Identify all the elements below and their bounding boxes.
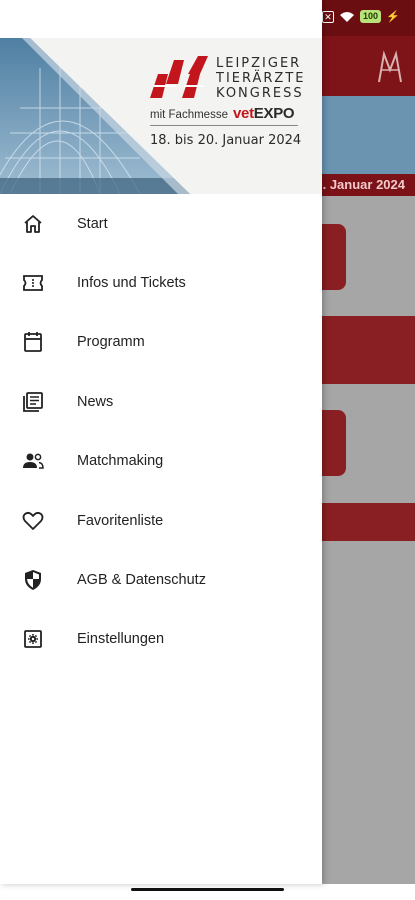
shield-icon — [22, 569, 44, 591]
app-logo-icon — [378, 50, 402, 83]
congress-logo-icon — [150, 56, 208, 98]
heart-icon — [22, 510, 44, 532]
battery-icon: 100 — [360, 10, 382, 23]
menu-item-programm[interactable]: Programm — [0, 313, 322, 372]
settings-icon — [22, 628, 44, 650]
brand-line-3: KONGRESS — [216, 86, 304, 101]
menu-item-label: Matchmaking — [77, 453, 164, 470]
menu-item-agb-datenschutz[interactable]: AGB & Datenschutz — [0, 550, 322, 609]
navigation-drawer: LEIPZIGER TIERÄRZTE KONGRESS mit Fachmes… — [0, 0, 322, 884]
menu-item-start[interactable]: Start — [0, 194, 322, 253]
brand-line-1: LEIPZIGER — [216, 56, 302, 71]
menu-item-label: Programm — [77, 334, 145, 351]
ticket-icon — [22, 272, 44, 294]
menu-item-news[interactable]: News — [0, 372, 322, 431]
menu-item-label: Einstellungen — [77, 631, 165, 648]
people-icon — [22, 450, 44, 472]
status-icons: ✕ 100 ⚡ — [322, 10, 400, 23]
home-indicator[interactable] — [131, 888, 284, 891]
background-bottom — [0, 884, 415, 900]
drawer-header-banner: LEIPZIGER TIERÄRZTE KONGRESS mit Fachmes… — [0, 38, 322, 194]
vetexpo-logo-vet: vet — [233, 105, 254, 122]
news-icon — [22, 391, 44, 413]
menu-item-label: News — [77, 393, 114, 410]
menu-item-label: Favoritenliste — [77, 512, 164, 529]
vetexpo-logo: vetEXPO — [233, 105, 295, 122]
home-icon — [22, 213, 44, 235]
menu-item-label: Start — [77, 215, 108, 232]
brand-line-2: TIERÄRZTE — [216, 71, 306, 86]
menu-item-matchmaking[interactable]: Matchmaking — [0, 432, 322, 491]
menu-item-label: AGB & Datenschutz — [77, 572, 206, 589]
drawer-menu: Start Infos und Tickets Programm News Ma… — [0, 194, 322, 669]
notification-icon: ✕ — [322, 10, 334, 23]
menu-item-infos-tickets[interactable]: Infos und Tickets — [0, 253, 322, 312]
vetexpo-logo-expo: EXPO — [253, 105, 295, 122]
charging-icon: ⚡ — [386, 11, 400, 23]
menu-item-einstellungen[interactable]: Einstellungen — [0, 610, 322, 669]
event-dates: 18. bis 20. Januar 2024 — [150, 133, 302, 148]
wifi-icon — [340, 11, 354, 22]
fachmesse-text: mit Fachmesse — [150, 109, 228, 121]
header-divider — [150, 125, 298, 126]
menu-item-favoritenliste[interactable]: Favoritenliste — [0, 491, 322, 550]
menu-item-label: Infos und Tickets — [77, 275, 186, 292]
calendar-icon — [22, 331, 44, 353]
